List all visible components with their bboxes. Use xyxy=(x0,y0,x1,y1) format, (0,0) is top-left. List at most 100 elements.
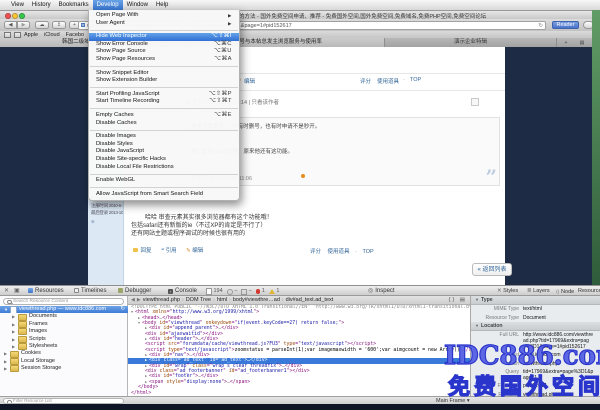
icloud-tabs-button[interactable]: ☁ xyxy=(35,21,49,29)
breadcrumb-item[interactable]: DOM Tree xyxy=(186,297,211,303)
search-input[interactable]: Search Resource Content xyxy=(3,298,124,305)
back-icon[interactable]: ◀ xyxy=(131,297,135,303)
tree-item-label: Cookies xyxy=(21,350,41,357)
develop-menu-item[interactable]: Disable Styles xyxy=(89,141,239,149)
develop-menu-item[interactable]: Disable Local File Restrictions xyxy=(89,164,239,172)
return-to-list-button[interactable]: « 返回列表 xyxy=(472,263,512,276)
bookmark-item[interactable]: Apple xyxy=(24,32,38,38)
reply-link[interactable]: 回复 xyxy=(141,248,152,254)
tab-timelines[interactable]: Timelines xyxy=(74,287,106,296)
tools-link[interactable]: 使用道具 xyxy=(377,77,399,85)
menubar-item-help[interactable]: Help xyxy=(152,0,172,11)
resource-details-panel: ▼Type MIME Typetext/htmlResource TypeDoc… xyxy=(470,296,600,396)
breadcrumb-item[interactable]: div#ad_text.ad_text xyxy=(286,297,334,303)
tree-item[interactable]: ▶Stylesheets xyxy=(0,343,128,350)
breadcrumb-item[interactable]: html xyxy=(217,297,227,303)
type-section-header[interactable]: ▼Type xyxy=(471,296,600,305)
tree-item[interactable]: ▶Frames xyxy=(0,321,128,328)
back-button[interactable]: ◀ xyxy=(4,21,17,29)
tab-new-button[interactable]: + xyxy=(560,40,572,46)
reload-icon[interactable]: ↻ xyxy=(120,306,125,313)
bookmark-item[interactable]: iCloud xyxy=(44,32,60,38)
reader-button[interactable]: Reader xyxy=(552,21,579,29)
tree-item[interactable]: ▶Documents xyxy=(0,313,128,320)
bookmark-item[interactable]: Facebo xyxy=(66,32,84,38)
tools-link[interactable]: 使用道具 xyxy=(328,249,350,255)
edit-link[interactable]: 编辑 xyxy=(192,248,203,254)
develop-menu-item[interactable]: Disable Site-specific Hacks xyxy=(89,156,239,164)
develop-menu-item[interactable]: Hide Web Inspector⌥⇧⌘I xyxy=(89,33,239,41)
menubar-item-view[interactable]: View xyxy=(7,0,28,11)
breadcrumb-item[interactable]: body#viewthre…ad xyxy=(233,297,280,303)
post-text-line: 包括safari还有新版的ie（不过XP的肯定是不行了） xyxy=(131,222,273,230)
develop-menu-item[interactable]: Disable JavaScript xyxy=(89,148,239,156)
develop-menu-item[interactable]: User Agent▶ xyxy=(89,20,239,28)
tab-layers[interactable]: ≣ Layers xyxy=(527,287,550,296)
share-button[interactable]: ↥ xyxy=(52,21,66,29)
develop-menu-item[interactable]: Show Page Resources⌥⌘A xyxy=(89,56,239,64)
tree-item[interactable]: ▶Local Storage xyxy=(0,358,128,365)
location-section-header[interactable]: ▼Location xyxy=(471,322,600,331)
menubar-item-history[interactable]: History xyxy=(28,0,55,11)
menubar-item-develop[interactable]: Develop xyxy=(93,0,123,11)
forward-button[interactable]: ▶ xyxy=(17,21,30,29)
post-quick-action-icon[interactable] xyxy=(471,98,479,106)
develop-menu-item[interactable]: Disable Images xyxy=(89,133,239,141)
console-button[interactable]: ›Console xyxy=(168,287,197,296)
stat-layers: – xyxy=(241,287,252,296)
top-link[interactable]: TOP xyxy=(410,77,421,83)
menubar-item-bookmarks[interactable]: Bookmarks xyxy=(55,0,93,11)
tab-resources[interactable]: Resources xyxy=(28,287,64,296)
breadcrumb-item[interactable]: viewthread.php xyxy=(143,297,180,303)
dock-inspector-icon[interactable]: ▣ xyxy=(14,287,20,296)
menubar-item-window[interactable]: Window xyxy=(123,0,152,11)
dot: · xyxy=(403,77,405,83)
develop-menu-item[interactable]: Start Timeline Recording⌥⇧⌘T xyxy=(89,98,239,106)
develop-menu-item[interactable]: Enable WebGL xyxy=(89,177,239,185)
menu-separator xyxy=(90,174,238,175)
rate-link[interactable]: 评分 xyxy=(360,77,371,85)
tree-item[interactable]: ▼viewthread.php — www.idc886.com↻ xyxy=(0,306,128,313)
develop-menu-item[interactable]: Empty Caches⌥⌘E xyxy=(89,112,239,120)
tree-item[interactable]: ▶Cookies xyxy=(0,350,128,357)
detail-row: Querytid=17969&extra=page%3D1&page=1 xyxy=(471,368,600,382)
tree-item[interactable]: ▶Images xyxy=(0,328,128,335)
tree-item-label: Session Storage xyxy=(21,365,61,372)
top-link[interactable]: TOP xyxy=(362,249,373,255)
post-text-line: 还有网站主题或程序调试的时候也很有用的 xyxy=(131,230,273,238)
close-inspector-icon[interactable]: ✕ xyxy=(4,287,9,296)
disclosure-triangle-icon: ▼ xyxy=(475,323,479,328)
develop-menu-item[interactable]: Open Page With▶ xyxy=(89,12,239,20)
forward-icon[interactable]: ▶ xyxy=(137,297,141,303)
jump-to-post-icon[interactable] xyxy=(301,174,305,178)
detail-value: tid=17969&extra=page%3D1&page=1 xyxy=(523,369,595,381)
tab-styles[interactable]: ✕ Styles xyxy=(497,287,518,296)
menu-separator xyxy=(90,187,238,188)
tab-debugger[interactable]: Debugger xyxy=(118,287,151,296)
develop-menu-item[interactable]: Show Extension Builder xyxy=(89,77,239,85)
reading-list-icon[interactable] xyxy=(14,32,21,38)
code-token: forumdata/cache/viewthread.js?FU3 xyxy=(183,342,278,347)
bookmarks-grid-icon[interactable] xyxy=(4,32,11,38)
tab-resource[interactable]: Resource xyxy=(578,287,600,296)
code-token: "> xyxy=(253,310,259,315)
pretty-print-icon[interactable]: {} ▤ xyxy=(449,297,467,303)
show-all-tabs-button[interactable]: ▤ xyxy=(576,40,588,46)
user-badge-icon[interactable]: ⊕ xyxy=(91,219,94,225)
develop-menu-item[interactable]: Show Snippet Editor xyxy=(89,70,239,78)
breadcrumb-separator: › xyxy=(282,297,284,303)
edit-link[interactable]: 编辑 xyxy=(244,77,255,85)
develop-menu-item[interactable]: Allow JavaScript from Smart Search Field xyxy=(89,191,239,199)
tree-item[interactable]: ▶Session Storage xyxy=(0,365,128,372)
browser-tab[interactable]: 演示企业特辑 xyxy=(385,38,557,47)
inspector-stats: 194––11 xyxy=(206,287,283,296)
tree-item[interactable]: ▶Scripts xyxy=(0,336,128,343)
tab-node[interactable]: ⟨⟩ Node xyxy=(556,287,574,296)
rate-link[interactable]: 评分 xyxy=(310,249,321,255)
quote-link[interactable]: 引用 xyxy=(166,248,177,254)
inspect-button[interactable]: ◎Inspect xyxy=(368,287,395,296)
code-token: "></div> xyxy=(200,332,223,337)
reload-icon[interactable]: ↻ xyxy=(538,22,543,30)
develop-menu-item[interactable]: Disable Caches xyxy=(89,120,239,128)
develop-menu-item[interactable]: Show Page Source⌥⌘U xyxy=(89,48,239,56)
